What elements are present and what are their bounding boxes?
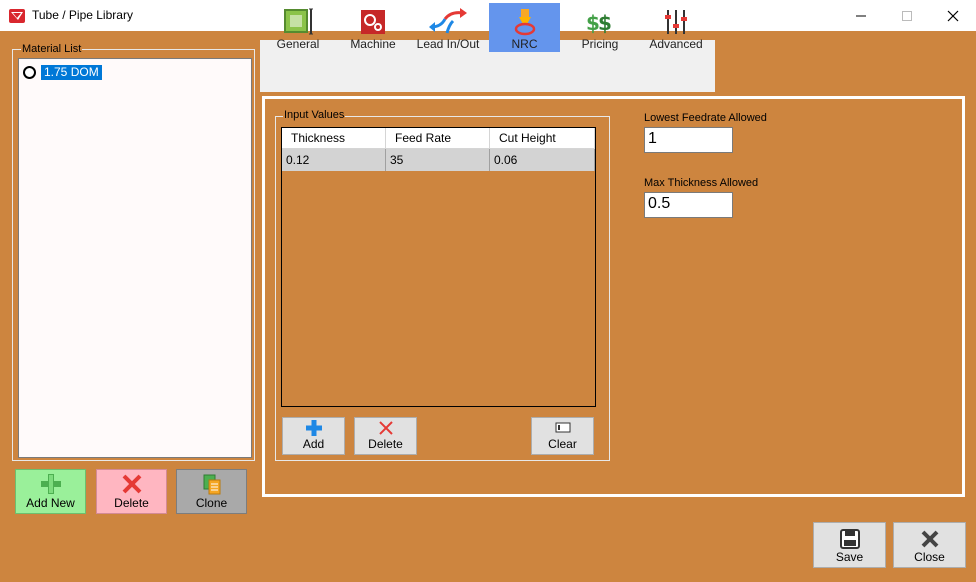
max-thickness-input[interactable]: 0.5 [644, 192, 733, 218]
tab-advanced[interactable]: Advanced [640, 3, 712, 52]
tab-lead-in-out-label: Lead In/Out [416, 37, 480, 51]
add-new-button[interactable]: Add New [15, 469, 86, 514]
input-values-grid[interactable]: Thickness Feed Rate Cut Height 0.12 35 0… [281, 127, 596, 407]
plus-icon [305, 420, 322, 436]
table-row[interactable]: 0.12 35 0.06 [282, 149, 595, 171]
list-item[interactable]: 1.75 DOM [23, 63, 251, 81]
tab-machine[interactable]: Machine [337, 3, 409, 52]
machine-gear-icon [361, 10, 385, 34]
column-header-cut-height[interactable]: Cut Height [490, 128, 595, 149]
save-button[interactable]: Save [813, 522, 886, 568]
svg-text:$: $ [598, 11, 612, 35]
clear-label: Clear [548, 437, 577, 451]
clone-button[interactable]: Clone [176, 469, 247, 514]
material-listbox[interactable]: 1.75 DOM [18, 58, 252, 458]
app-logo-icon [8, 7, 26, 25]
minimize-button[interactable] [838, 0, 884, 31]
grid-header: Thickness Feed Rate Cut Height [282, 128, 595, 149]
lowest-feedrate-input[interactable]: 1 [644, 127, 733, 153]
nrc-torch-icon [514, 9, 535, 36]
tab-lead-in-out[interactable]: Lead In/Out [412, 3, 484, 52]
close-x-icon [921, 530, 938, 548]
material-item-label: 1.75 DOM [41, 64, 102, 80]
delete-row-button[interactable]: Delete [354, 417, 417, 455]
delete-x-icon [122, 474, 141, 494]
max-thickness-label: Max Thickness Allowed [644, 177, 759, 189]
general-icon [284, 8, 313, 35]
clone-documents-icon [203, 474, 220, 495]
close-window-button[interactable] [930, 0, 976, 31]
radio-icon [23, 65, 36, 79]
close-button[interactable]: Close [893, 522, 966, 568]
minimize-icon [856, 15, 866, 16]
add-row-button[interactable]: Add [282, 417, 345, 455]
tab-nrc[interactable]: NRC [489, 3, 560, 52]
tab-advanced-label: Advanced [649, 37, 703, 51]
clear-button[interactable]: Clear [531, 417, 594, 455]
eraser-icon [555, 422, 570, 433]
cell-feed-rate[interactable]: 35 [386, 149, 490, 171]
title-bar: Tube / Pipe Library [0, 0, 976, 31]
maximize-button[interactable] [884, 0, 930, 31]
tab-nrc-label: NRC [511, 37, 538, 51]
add-new-label: Add New [26, 496, 75, 510]
cell-thickness[interactable]: 0.12 [282, 149, 386, 171]
lead-in-out-arrows-icon [429, 8, 467, 34]
floppy-disk-icon [839, 529, 860, 549]
lowest-feedrate-label: Lowest Feedrate Allowed [644, 112, 767, 124]
advanced-sliders-icon [665, 10, 687, 34]
close-label: Close [914, 550, 945, 564]
close-icon [947, 10, 959, 21]
tab-pricing-label: Pricing [581, 37, 619, 51]
delete-material-button[interactable]: Delete [96, 469, 167, 514]
pricing-dollar-icon: $$ [586, 11, 612, 35]
column-header-feed-rate[interactable]: Feed Rate [386, 128, 490, 149]
column-header-thickness[interactable]: Thickness [282, 128, 386, 149]
tab-pricing[interactable]: $ $ Pricing [564, 3, 636, 52]
delete-material-label: Delete [114, 496, 149, 510]
delete-row-label: Delete [368, 437, 403, 451]
add-row-label: Add [302, 437, 325, 451]
cell-cut-height[interactable]: 0.06 [490, 149, 595, 171]
input-values-label: Input Values [283, 109, 346, 121]
window-title: Tube / Pipe Library [32, 8, 133, 22]
clone-label: Clone [195, 496, 228, 510]
tab-general-label: General [276, 37, 320, 51]
delete-x-icon [378, 421, 393, 435]
maximize-icon [902, 10, 912, 21]
tab-machine-label: Machine [350, 37, 396, 51]
plus-icon [40, 474, 61, 494]
tab-general[interactable]: General [262, 3, 334, 52]
material-list-label: Material List [21, 43, 83, 55]
save-label: Save [835, 550, 864, 564]
